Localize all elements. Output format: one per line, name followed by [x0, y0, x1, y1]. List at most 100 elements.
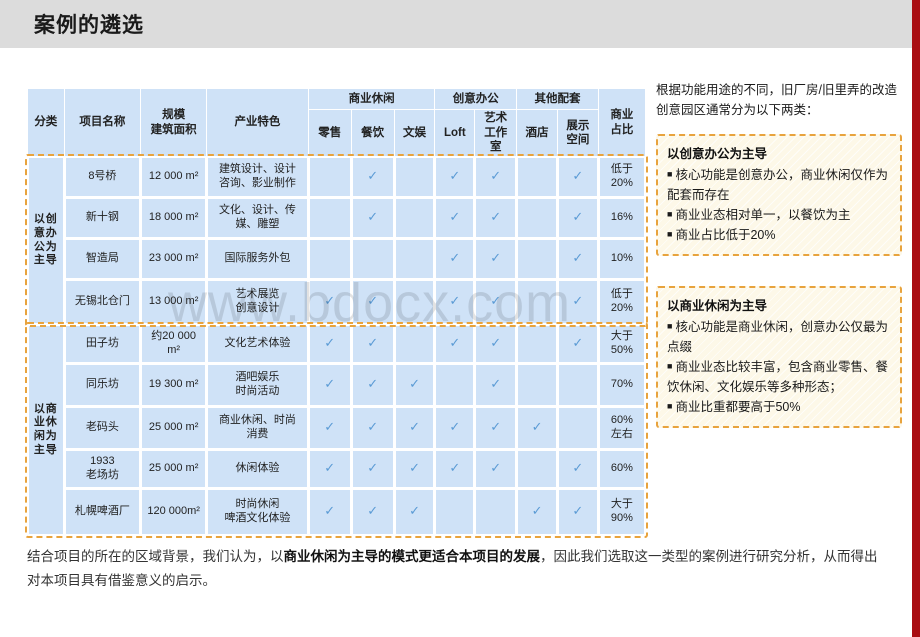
- th-exhibition: 展示 空间: [557, 110, 598, 156]
- table-row: 札幌啤酒厂 120 000m² 时尚休闲 啤酒文化体验 ✓ ✓ ✓ ✓ ✓ 大于 90%: [28, 489, 645, 535]
- side-bullet-text: 商业业态比较丰富，包含商业零售、餐饮休闲、文化娱乐等多种形态；: [667, 359, 888, 394]
- cell-check-dining: ✓: [351, 325, 394, 363]
- cell-industry: 时尚休闲 啤酒文化体验: [207, 489, 308, 535]
- th-dining: 餐饮: [351, 110, 394, 156]
- cell-check-loft: ✓: [435, 325, 475, 363]
- cell-check-exhibition: ✓: [557, 157, 598, 197]
- check-icon: ✓: [409, 376, 420, 392]
- cell-check-hotel: [517, 198, 557, 238]
- th-group-commercial-leisure: 商业休闲: [308, 89, 435, 109]
- cell-check-exhibition: ✓: [557, 198, 598, 238]
- cell-check-culture-ent: ✓: [394, 489, 435, 535]
- cell-check-dining: ✓: [351, 157, 394, 197]
- bullet-square-icon: ■: [667, 320, 673, 331]
- th-art-studio-line2: 工作: [484, 126, 508, 139]
- cell-check-loft: ✓: [435, 280, 475, 324]
- side-bullet-text: 商业比重都要高于50%: [675, 399, 801, 414]
- check-icon: ✓: [490, 168, 502, 184]
- cell-check-exhibition: ✓: [557, 239, 598, 279]
- cell-project-name: 8号桥: [64, 157, 141, 197]
- table-row: 以创意办公为主导 8号桥 12 000 m² 建筑设计、设计 咨询、影业制作 ✓ ✓ ✓ ✓ 低于…: [28, 157, 645, 324]
- cell-industry: 国际服务外包: [207, 239, 308, 279]
- cell-check-exhibition: [557, 407, 598, 449]
- th-scale-line2: 建筑面积: [150, 123, 197, 136]
- th-retail: 零售: [308, 110, 351, 156]
- cell-check-loft: ✓: [435, 239, 475, 279]
- cell-check-retail: ✓: [308, 364, 351, 406]
- cell-check-culture-ent: [394, 239, 435, 279]
- page-title: 案例的遴选: [34, 14, 144, 37]
- side-boxes: 以创意办公为主导 ■ 核心功能是创意办公，商业休闲仅作为配套而存在 ■ 商业业态相对单一…: [656, 133, 902, 428]
- cell-check-culture-ent: ✓: [394, 407, 435, 449]
- cell-project-name: 田子坊: [64, 325, 141, 363]
- th-art-studio-line3: 室: [489, 141, 502, 154]
- cell-check-hotel: ✓: [517, 489, 557, 535]
- th-hotel: 酒店: [517, 110, 557, 156]
- cell-scale: 25 000 m²: [141, 407, 207, 449]
- check-icon: ✓: [409, 419, 420, 435]
- cell-scale: 13 000 m²: [141, 280, 207, 324]
- side-box-commercial-leisure: 以商业休闲为主导 ■ 核心功能是商业休闲，创意办公仅最为点缀 ■ 商业业态比较丰富，包含…: [656, 285, 902, 428]
- check-icon: ✓: [324, 293, 336, 309]
- cell-commercial-ratio: 低于 20%: [598, 157, 645, 197]
- cell-check-exhibition: ✓: [557, 280, 598, 324]
- cell-scale: 23 000 m²: [141, 239, 207, 279]
- cell-check-hotel: [517, 280, 557, 324]
- check-icon: ✓: [409, 503, 420, 519]
- check-icon: ✓: [449, 209, 461, 225]
- check-icon: ✓: [572, 335, 584, 351]
- cell-check-retail: [308, 239, 351, 279]
- check-icon: ✓: [572, 209, 584, 225]
- cell-check-hotel: [517, 157, 557, 197]
- cell-commercial-ratio: 大于 90%: [598, 489, 645, 535]
- cell-scale: 12 000 m²: [141, 157, 207, 197]
- cell-check-dining: ✓: [351, 280, 394, 324]
- cell-project-name: 1933 老场坊: [64, 450, 141, 488]
- table-head: 分类 项目名称 规模 建筑面积 产业特色 商业休闲 创意办公 其他配套 商业 占…: [28, 89, 645, 156]
- cell-project-name: 无锡北仓门: [64, 280, 141, 324]
- side-bullet: ■ 核心功能是商业休闲，创意办公仅最为点缀: [667, 317, 891, 357]
- cell-industry: 酒吧娱乐 时尚活动: [207, 364, 308, 406]
- row-category: 以创意办公为主导: [28, 157, 64, 324]
- cell-check-art-studio: ✓: [475, 450, 517, 488]
- conclusion-part1: 结合项目的所在的区域背景，我们认为，以: [27, 549, 284, 564]
- check-icon: ✓: [367, 376, 379, 392]
- cell-check-loft: ✓: [435, 407, 475, 449]
- cell-check-hotel: [517, 325, 557, 363]
- check-icon: ✓: [449, 293, 461, 309]
- cell-check-art-studio: ✓: [475, 325, 517, 363]
- cell-industry: 休闲体验: [207, 450, 308, 488]
- cell-check-culture-ent: ✓: [394, 450, 435, 488]
- cell-industry: 艺术展览 创意设计: [207, 280, 308, 324]
- cell-check-hotel: [517, 450, 557, 488]
- cell-check-art-studio: [475, 489, 517, 535]
- table-row: 新十钢 18 000 m² 文化、设计、传 媒、雕塑 ✓ ✓ ✓ ✓ 16%: [28, 198, 645, 238]
- cell-industry: 文化艺术体验: [207, 325, 308, 363]
- comparison-table-wrap: 分类 项目名称 规模 建筑面积 产业特色 商业休闲 创意办公 其他配套 商业 占…: [25, 88, 648, 538]
- cell-check-art-studio: ✓: [475, 198, 517, 238]
- cell-check-loft: [435, 364, 475, 406]
- side-bullet: ■ 商业业态相对单一，以餐饮为主: [667, 205, 891, 225]
- cell-commercial-ratio: 60% 左右: [598, 407, 645, 449]
- check-icon: ✓: [409, 460, 420, 476]
- bullet-square-icon: ■: [667, 400, 673, 411]
- bullet-square-icon: ■: [667, 168, 673, 179]
- check-icon: ✓: [324, 419, 336, 435]
- th-art-studio: 艺术 工作 室: [475, 110, 517, 156]
- th-loft: Loft: [435, 110, 475, 156]
- cell-commercial-ratio: 16%: [598, 198, 645, 238]
- cell-scale: 18 000 m²: [141, 198, 207, 238]
- cell-check-loft: ✓: [435, 450, 475, 488]
- cell-check-loft: ✓: [435, 198, 475, 238]
- cell-project-name: 新十钢: [64, 198, 141, 238]
- side-bullet: ■ 商业业态比较丰富，包含商业零售、餐饮休闲、文化娱乐等多种形态；: [667, 357, 891, 397]
- side-bullet: ■ 商业占比低于20%: [667, 225, 891, 245]
- th-group-creative-office: 创意办公: [435, 89, 517, 109]
- conclusion-text: 结合项目的所在的区域背景，我们认为，以商业休闲为主导的模式更适合本项目的发展，因…: [27, 545, 887, 592]
- cell-commercial-ratio: 60%: [598, 450, 645, 488]
- cell-check-culture-ent: [394, 325, 435, 363]
- check-icon: ✓: [367, 503, 379, 519]
- check-icon: ✓: [531, 503, 543, 519]
- side-box-creative-office: 以创意办公为主导 ■ 核心功能是创意办公，商业休闲仅作为配套而存在 ■ 商业业态相对单一…: [656, 133, 902, 256]
- cell-industry: 建筑设计、设计 咨询、影业制作: [207, 157, 308, 197]
